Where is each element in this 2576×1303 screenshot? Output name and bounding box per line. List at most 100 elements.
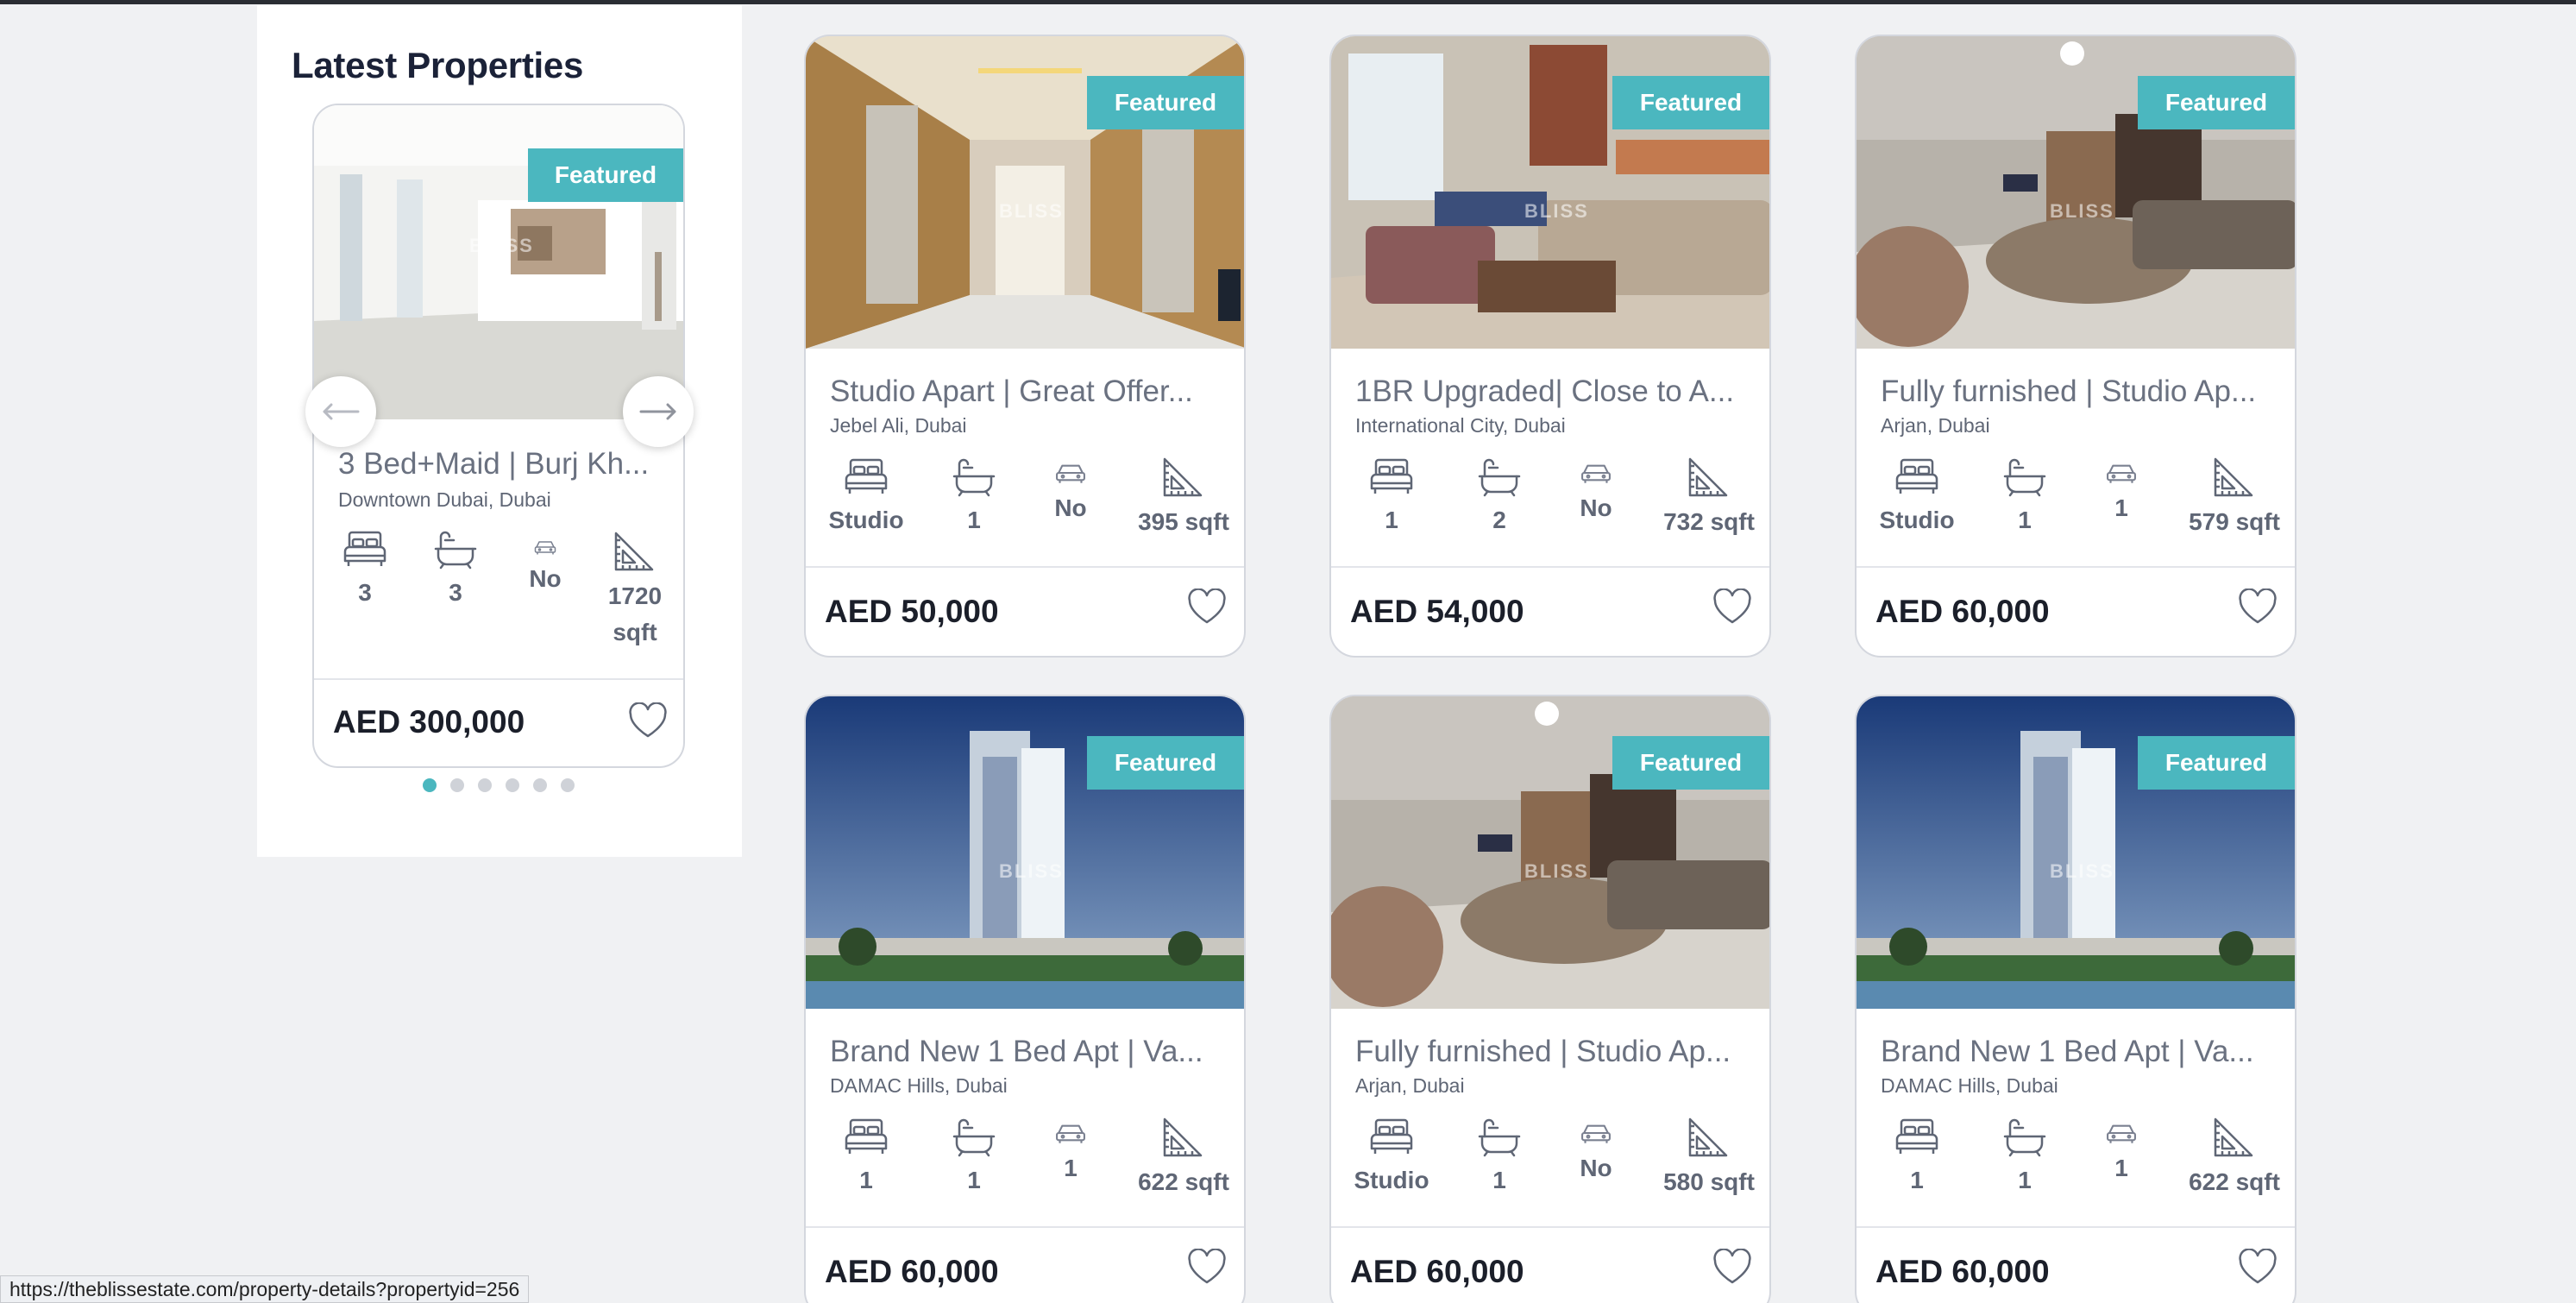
parking-feature: 1	[2070, 1121, 2173, 1187]
parking-feature: No	[493, 538, 597, 597]
bedrooms-feature: 1	[1865, 1117, 1969, 1199]
carousel-dot[interactable]	[450, 778, 464, 792]
car-icon	[1056, 464, 1085, 483]
property-card[interactable]: BLISS Featured Fully furnished | Studio …	[1855, 35, 2296, 658]
property-price: AED 60,000	[825, 1254, 999, 1289]
area-ruler-icon	[614, 532, 654, 571]
area-value: 732 sqft	[1663, 508, 1755, 535]
bedrooms-value: 1	[1910, 1167, 1924, 1193]
property-title[interactable]: 1BR Upgraded| Close to A...	[1355, 375, 1761, 409]
property-card[interactable]: BLISS Featured Brand New 1 Bed Apt | Va.…	[804, 695, 1246, 1303]
area-feature: 395 sqft	[1115, 456, 1244, 540]
featured-badge: Featured	[1612, 76, 1769, 129]
bathrooms-feature: 1	[1448, 1117, 1551, 1199]
bedrooms-feature: Studio	[1340, 1117, 1443, 1199]
property-card[interactable]: BLISS Featured Studio Apart | Great Offe…	[804, 35, 1246, 658]
bathrooms-feature: 1	[922, 1117, 1026, 1199]
bathtub-icon	[1478, 1118, 1521, 1157]
property-location: Arjan, Dubai	[1355, 1074, 1465, 1097]
property-title[interactable]: 3 Bed+Maid | Burj Kh...	[338, 447, 669, 482]
area-feature: 622 sqft	[2165, 1116, 2295, 1200]
bathrooms-value: 1	[2018, 507, 2032, 533]
card-divider	[1331, 1226, 1769, 1228]
property-location: Jebel Ali, Dubai	[830, 414, 967, 437]
heart-icon[interactable]	[1712, 589, 1752, 625]
car-icon	[2107, 1124, 2136, 1143]
property-title[interactable]: Brand New 1 Bed Apt | Va...	[1881, 1035, 2286, 1069]
watermark-text: BLISS	[2050, 200, 2114, 222]
bedrooms-value: Studio	[828, 507, 904, 533]
property-title[interactable]: Brand New 1 Bed Apt | Va...	[830, 1035, 1235, 1069]
car-icon	[1056, 1124, 1085, 1143]
bedrooms-value: 1	[1385, 507, 1398, 533]
featured-badge: Featured	[2138, 736, 2295, 790]
heart-icon[interactable]	[628, 702, 668, 739]
carousel-pagination	[423, 778, 575, 792]
featured-badge: Featured	[528, 148, 683, 202]
property-card[interactable]: BLISS Featured 1BR Upgraded| Close to A.…	[1329, 35, 1771, 658]
bathrooms-feature: 1	[922, 457, 1026, 538]
parking-value: 1	[2114, 494, 2128, 521]
featured-badge: Featured	[1612, 736, 1769, 790]
area-value: 622 sqft	[1138, 1168, 1229, 1195]
arrow-left-icon	[323, 403, 360, 420]
carousel-dot[interactable]	[561, 778, 575, 792]
watermark-text: BLISS	[999, 200, 1064, 222]
area-feature: 579 sqft	[2165, 456, 2295, 540]
carousel-prev-button[interactable]	[305, 376, 376, 447]
area-ruler-icon	[2214, 457, 2253, 497]
heart-icon[interactable]	[2238, 589, 2278, 625]
bed-icon	[343, 531, 386, 566]
heart-icon[interactable]	[2238, 1249, 2278, 1285]
arrow-right-icon	[639, 403, 676, 420]
property-location: International City, Dubai	[1355, 414, 1566, 437]
property-price: AED 300,000	[333, 704, 525, 740]
property-title[interactable]: Studio Apart | Great Offer...	[830, 375, 1235, 409]
carousel-dot[interactable]	[478, 778, 492, 792]
car-icon	[1581, 1124, 1611, 1143]
carousel-dot[interactable]	[506, 778, 519, 792]
property-location: Arjan, Dubai	[1881, 414, 1990, 437]
latest-properties-panel: Latest Properties BLISS Featured 3 Bed+M…	[257, 5, 742, 857]
area-value: 580 sqft	[1663, 1168, 1755, 1195]
bed-icon	[1895, 458, 1938, 494]
property-title[interactable]: Fully furnished | Studio Ap...	[1881, 375, 2286, 409]
property-card[interactable]: BLISS Featured Brand New 1 Bed Apt | Va.…	[1855, 695, 2296, 1303]
property-card[interactable]: BLISS Featured Fully furnished | Studio …	[1329, 695, 1771, 1303]
car-icon	[1581, 464, 1611, 483]
bathtub-icon	[952, 458, 996, 497]
watermark-text: BLISS	[469, 235, 534, 256]
bathrooms-feature: 2	[1448, 457, 1551, 538]
sidebar-property-card[interactable]: BLISS Featured 3 Bed+Maid | Burj Kh... D…	[312, 104, 685, 768]
property-location: Downtown Dubai, Dubai	[338, 488, 551, 511]
parking-feature: No	[1544, 461, 1648, 526]
car-icon	[534, 541, 556, 555]
carousel-dot[interactable]	[423, 778, 437, 792]
bathrooms-feature: 3	[404, 530, 507, 611]
card-divider	[1857, 566, 2295, 568]
area-value: 622 sqft	[2189, 1168, 2280, 1195]
featured-badge: Featured	[2138, 76, 2295, 129]
parking-value: No	[1580, 494, 1612, 521]
area-ruler-icon	[1688, 1117, 1728, 1157]
property-price: AED 60,000	[1350, 1254, 1524, 1289]
heart-icon[interactable]	[1187, 589, 1227, 625]
heart-icon[interactable]	[1712, 1249, 1752, 1285]
carousel-dot[interactable]	[533, 778, 547, 792]
area-ruler-icon	[1163, 1117, 1203, 1157]
watermark-text: BLISS	[2050, 860, 2114, 882]
card-divider	[806, 566, 1244, 568]
bathrooms-feature: 1	[1973, 1117, 2077, 1199]
bed-icon	[1895, 1118, 1938, 1154]
property-location: DAMAC Hills, Dubai	[830, 1074, 1008, 1097]
parking-value: 1	[1064, 1155, 1078, 1181]
watermark-text: BLISS	[999, 860, 1064, 882]
bedrooms-value: Studio	[1879, 507, 1955, 533]
heart-icon[interactable]	[1187, 1249, 1227, 1285]
area-feature: 732 sqft	[1640, 456, 1769, 540]
bathrooms-value: 1	[1492, 1167, 1506, 1193]
bedrooms-feature: Studio	[814, 457, 918, 538]
property-title[interactable]: Fully furnished | Studio Ap...	[1355, 1035, 1761, 1069]
carousel-next-button[interactable]	[623, 376, 694, 447]
bathrooms-value: 1	[2018, 1167, 2032, 1193]
